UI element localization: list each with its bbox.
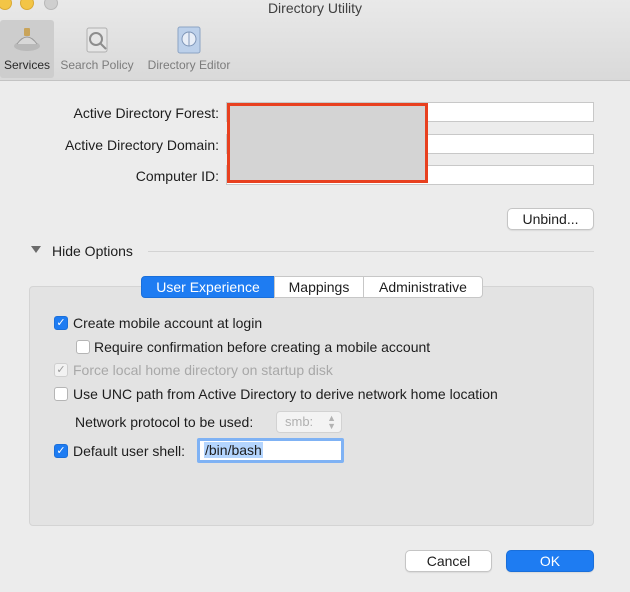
toolbar-directory-editor[interactable]: Directory Editor — [142, 20, 236, 78]
directory-editor-icon — [173, 24, 205, 56]
require-confirmation-label: Require confirmation before creating a m… — [94, 339, 431, 355]
force-local-label: Force local home directory on startup di… — [73, 362, 333, 378]
force-local-checkbox: ✓ — [54, 363, 68, 377]
forest-label: Active Directory Forest: — [73, 105, 219, 121]
default-shell-value: /bin/bash — [204, 442, 263, 458]
protocol-value: smb: — [285, 414, 314, 429]
default-shell-field[interactable]: /bin/bash — [197, 438, 344, 463]
toolbar-label: Services — [3, 58, 50, 72]
toolbar-label: Search Policy — [60, 58, 134, 72]
services-icon — [11, 24, 43, 56]
domain-label: Active Directory Domain: — [64, 137, 219, 153]
toolbar-label: Directory Editor — [147, 58, 231, 72]
default-shell-checkbox[interactable]: ✓ — [54, 444, 68, 458]
search-policy-icon — [81, 24, 113, 56]
toolbar-services[interactable]: Services — [0, 20, 54, 78]
window-title: Directory Utility — [267, 0, 363, 16]
redaction-box — [227, 103, 428, 183]
create-mobile-label: Create mobile account at login — [73, 315, 263, 331]
section-divider — [148, 251, 594, 252]
disclosure-triangle-icon[interactable] — [31, 246, 41, 253]
unbind-button[interactable]: Unbind... — [507, 208, 594, 230]
cancel-button[interactable]: Cancel — [405, 550, 492, 572]
toolbar-search-policy[interactable]: Search Policy — [57, 20, 137, 78]
title-bar: Directory Utility Services Search Policy — [0, 0, 630, 81]
protocol-select: smb: ▲ ▼ — [276, 411, 342, 433]
tab-mappings[interactable]: Mappings — [274, 276, 364, 298]
create-mobile-checkbox[interactable]: ✓ — [54, 316, 68, 330]
ok-button[interactable]: OK — [506, 550, 594, 572]
use-unc-checkbox[interactable] — [54, 387, 68, 401]
default-shell-label: Default user shell: — [73, 443, 186, 459]
tab-administrative[interactable]: Administrative — [363, 276, 483, 298]
tab-user-experience[interactable]: User Experience — [141, 276, 275, 298]
protocol-label: Network protocol to be used: — [75, 414, 254, 430]
use-unc-label: Use UNC path from Active Directory to de… — [73, 386, 498, 402]
stepper-arrows-icon: ▲ ▼ — [327, 413, 336, 431]
hide-options-toggle[interactable]: Hide Options — [52, 243, 133, 259]
directory-utility-window: Directory Utility Services Search Policy — [0, 0, 630, 592]
computer-id-label: Computer ID: — [135, 168, 219, 184]
require-confirmation-checkbox[interactable] — [76, 340, 90, 354]
